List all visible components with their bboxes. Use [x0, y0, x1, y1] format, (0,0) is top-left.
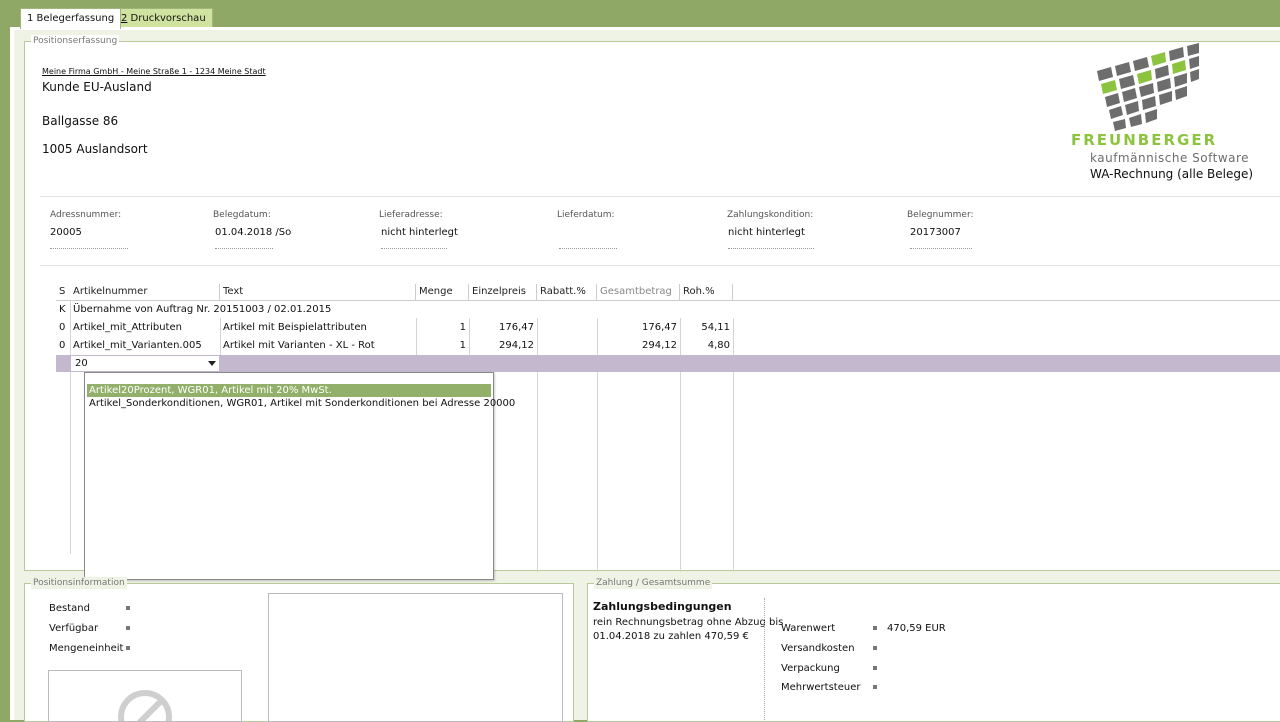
field-underline [559, 248, 617, 249]
sender-line: Meine Firma GmbH - Meine Straße 1 - 1234… [42, 67, 266, 76]
customer-city: 1005 Auslandsort [42, 142, 148, 156]
field-belegnummer-value[interactable]: 20173007 [910, 227, 961, 238]
dropdown-item-selected[interactable]: Artikel20Prozent, WGR01, Artikel mit 20%… [87, 384, 491, 397]
column-header-artikelnummer[interactable]: Artikelnummer [70, 284, 220, 300]
row-status: K [59, 304, 66, 315]
value-placeholder-icon [126, 606, 130, 610]
field-underline [910, 248, 972, 249]
divider [40, 265, 1280, 266]
column-header-einzelpreis[interactable]: Einzelpreis [469, 284, 537, 300]
tab-label: Belegerfassung [33, 13, 115, 24]
value-placeholder-icon [873, 646, 877, 650]
zahlung-text-line2: 01.04.2018 zu zahlen 470,59 € [593, 631, 749, 642]
cell-gesamtbetrag: 294,12 [642, 340, 677, 351]
cell-einzelpreis[interactable]: 176,47 [469, 319, 537, 336]
divider [40, 196, 1280, 197]
row-info-text[interactable]: Übernahme von Auftrag Nr. 20151003 / 02.… [70, 301, 490, 318]
freunberger-logo-icon [1095, 43, 1205, 135]
cell-menge[interactable]: 1 [416, 337, 469, 354]
tab-bar: 1 Belegerfassung 2 Druckvorschau [10, 0, 1280, 30]
field-lieferadresse-label: Lieferadresse: [379, 210, 443, 220]
tab-belegerfassung[interactable]: 1 Belegerfassung [20, 8, 122, 29]
window-frame-left [0, 0, 10, 720]
field-belegdatum-value[interactable]: 01.04.2018 /So [215, 227, 291, 238]
cell-rabatt[interactable] [537, 319, 597, 336]
row-status: 0 [59, 340, 66, 351]
value-placeholder-icon [873, 666, 877, 670]
cell-roh: 4,80 [707, 340, 730, 351]
artikelnummer-combobox[interactable]: 20 [70, 355, 220, 372]
column-header-menge[interactable]: Menge [416, 284, 469, 300]
field-adressnummer-label: Adressnummer: [50, 210, 122, 220]
field-belegdatum-label: Belegdatum: [213, 210, 271, 220]
field-adressnummer-value[interactable]: 20005 [50, 227, 82, 238]
column-header-text[interactable]: Text [220, 284, 416, 300]
field-underline [728, 248, 814, 249]
article-image-box [48, 670, 242, 722]
tab-druckvorschau[interactable]: 2 Druckvorschau [114, 8, 213, 28]
tab-label: Druckvorschau [127, 13, 206, 24]
customer-name: Kunde EU-Ausland [42, 80, 152, 94]
zahlungsbedingungen-heading: Zahlungsbedingungen [593, 600, 732, 613]
dropdown-item[interactable]: Artikel_Sonderkonditionen, WGR01, Artike… [87, 397, 515, 410]
value-placeholder-icon [126, 626, 130, 630]
column-header-rabatt[interactable]: Rabatt.% [537, 284, 597, 300]
info-label-mengeneinheit: Mengeneinheit [49, 643, 124, 654]
group-title: Positionsinformation [31, 577, 127, 589]
total-label-verpackung: Verpackung [781, 663, 840, 674]
info-label-verfuegbar: Verfügbar [49, 623, 99, 634]
cell-gesamtbetrag: 176,47 [642, 322, 677, 333]
column-header-s[interactable]: S [56, 284, 70, 300]
value-placeholder-icon [126, 646, 130, 650]
cell-text[interactable]: Artikel mit Varianten - XL - Rot [220, 337, 416, 354]
field-lieferadresse-value[interactable]: nicht hinterlegt [381, 227, 458, 238]
cell-einzelpreis[interactable]: 294,12 [469, 337, 537, 354]
group-title: Zahlung / Gesamtsumme [594, 577, 713, 589]
artikel-suggestion-dropdown: Artikel20Prozent, WGR01, Artikel mit 20%… [84, 372, 515, 580]
divider [764, 598, 765, 720]
info-label-bestand: Bestand [49, 603, 90, 614]
logo-graphic [1097, 43, 1199, 131]
field-underline [381, 248, 447, 249]
logo-tagline: kaufmännische Software [1090, 151, 1250, 165]
document-type: WA-Rechnung (alle Belege) [1090, 167, 1254, 181]
field-belegnummer-label: Belegnummer: [907, 210, 974, 220]
cell-artikelnummer[interactable]: Artikel_mit_Attributen [70, 319, 220, 336]
row-status: 0 [59, 322, 66, 333]
field-underline [215, 248, 273, 249]
edit-row[interactable] [56, 355, 1280, 372]
field-underline [50, 248, 128, 249]
cell-artikelnummer[interactable]: Artikel_mit_Varianten.005 [70, 337, 220, 354]
total-label-mehrwertsteuer: Mehrwertsteuer [781, 682, 861, 693]
logo-brand-text: FREUNBERGER [1071, 131, 1218, 149]
column-header-roh[interactable]: Roh.% [680, 284, 733, 300]
column-header-gesamtbetrag[interactable]: Gesamtbetrag [597, 284, 680, 300]
total-label-warenwert: Warenwert [781, 623, 836, 634]
cell-rabatt[interactable] [537, 337, 597, 354]
customer-street: Ballgasse 86 [42, 114, 119, 128]
value-placeholder-icon [873, 626, 877, 630]
field-lieferdatum-label: Lieferdatum: [557, 210, 615, 220]
field-zahlungskondition-value[interactable]: nicht hinterlegt [728, 227, 805, 238]
field-zahlungskondition-label: Zahlungskondition: [727, 210, 814, 220]
cell-menge[interactable]: 1 [416, 319, 469, 336]
cell-text[interactable]: Artikel mit Beispielattributen [220, 319, 416, 336]
total-value-warenwert: 470,59 EUR [887, 623, 946, 634]
cell-roh: 54,11 [701, 322, 730, 333]
zahlung-text-line1: rein Rechnungsbetrag ohne Abzug bis [593, 617, 784, 628]
group-title: Positionserfassung [31, 35, 120, 47]
value-placeholder-icon [873, 685, 877, 689]
total-label-versandkosten: Versandkosten [781, 643, 855, 654]
info-text-box[interactable] [268, 593, 563, 722]
chevron-down-icon[interactable] [208, 361, 216, 366]
combobox-value: 20 [75, 358, 88, 369]
no-image-icon [118, 690, 172, 721]
